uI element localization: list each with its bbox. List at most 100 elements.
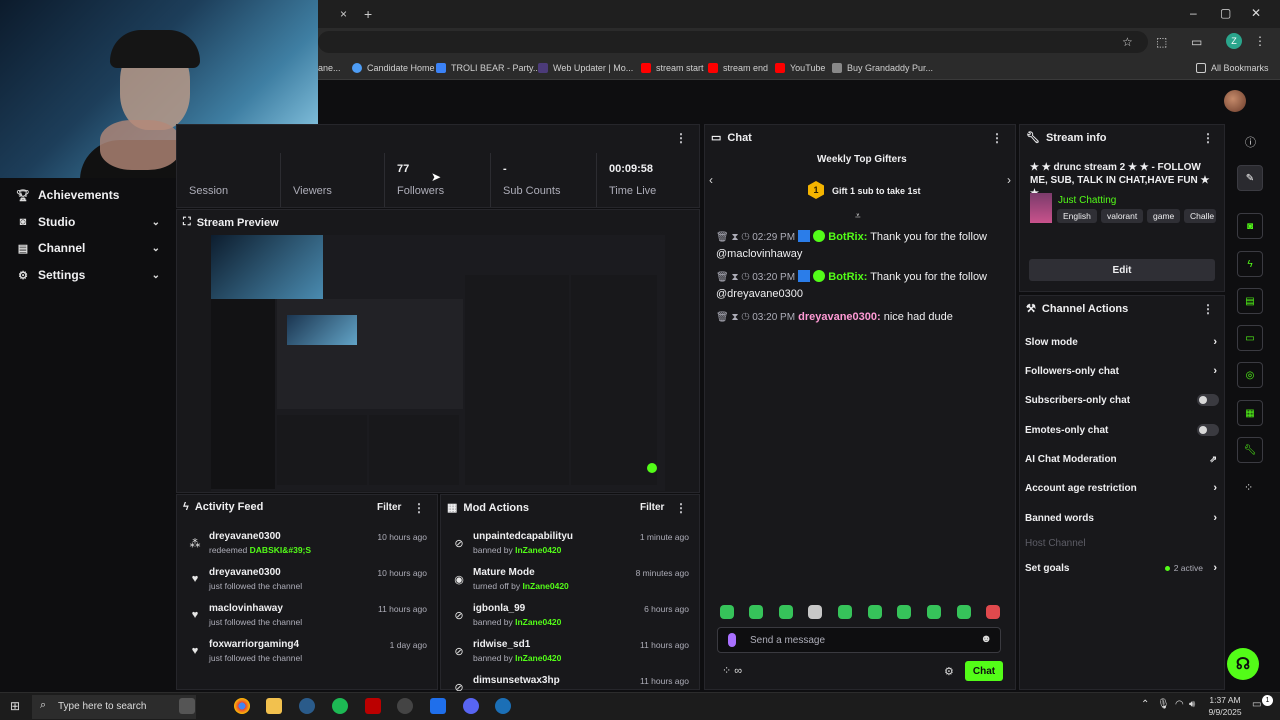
sidebar-item-studio[interactable]: ◙ Studio ⌄ [0, 209, 174, 235]
file-explorer-icon[interactable] [266, 698, 282, 714]
more-options-icon[interactable]: ⋮ [675, 501, 687, 515]
emote-icon[interactable] [720, 605, 734, 619]
filter-button[interactable]: Filter [640, 502, 664, 513]
collapse-icon[interactable]: ⩡ [855, 211, 861, 222]
mic-tray-icon[interactable]: 🎙︎ [1157, 699, 1170, 710]
points-icon[interactable]: ⁘ [1244, 481, 1253, 494]
sidebar-item-channel[interactable]: ▤ Channel ⌄ [0, 235, 174, 261]
info-icon[interactable]: ⓘ [1245, 134, 1256, 150]
chat-send-button[interactable]: Chat [965, 661, 1003, 681]
tray-chevron-icon[interactable]: ⌃ [1141, 699, 1149, 710]
microphone-icon[interactable] [728, 633, 736, 647]
edit-stream-button[interactable]: Edit [1029, 259, 1215, 281]
steam-icon[interactable] [299, 698, 315, 714]
mod-actions-icon[interactable]: ▦ [1237, 400, 1263, 426]
bookmark-item[interactable]: Web Updater | Mo... [538, 60, 633, 76]
bookmark-item[interactable]: YouTube [775, 60, 825, 76]
emote-icon[interactable] [749, 605, 763, 619]
taskbar-search[interactable]: ⌕ Type here to search [32, 695, 196, 719]
activity-user[interactable]: maclovinhaway [209, 603, 283, 614]
windows-start-icon[interactable]: ⊞ [10, 699, 20, 713]
document-icon[interactable]: ▤ [1237, 288, 1263, 314]
points-icon[interactable]: ⁘ ∞ [722, 664, 742, 677]
emote-icon[interactable] [808, 605, 822, 619]
stream-tag[interactable]: game [1147, 209, 1181, 223]
edit-icon[interactable]: ✎ [1237, 165, 1263, 191]
extensions-icon[interactable]: ⬚ [1156, 35, 1167, 49]
profile-avatar[interactable]: Z [1226, 33, 1242, 49]
browser-menu-icon[interactable]: ⋮ [1254, 34, 1266, 48]
chevron-right-icon[interactable]: › [1007, 173, 1011, 187]
sidebar-item-settings[interactable]: ⚙ Settings ⌄ [0, 262, 174, 288]
banned-words-row[interactable]: Banned words › [1025, 508, 1221, 528]
emote-icon[interactable] [897, 605, 911, 619]
emotes-only-toggle[interactable] [1197, 424, 1219, 436]
app-icon[interactable] [430, 698, 446, 714]
bookmark-item[interactable]: ane... [318, 60, 341, 76]
filter-button[interactable]: Filter [377, 502, 401, 513]
chat-icon[interactable]: ▭ [1237, 325, 1263, 351]
cast-icon[interactable]: ▭ [1191, 35, 1202, 49]
ai-moderation-row[interactable]: AI Chat Moderation ⇗ [1025, 449, 1221, 469]
stream-tag[interactable]: English [1057, 209, 1097, 223]
category-name[interactable]: Just Chatting [1058, 195, 1116, 206]
emote-icon[interactable] [868, 605, 882, 619]
obs-icon[interactable] [397, 698, 413, 714]
bookmark-item[interactable]: TROLI BEAR - Party... [436, 60, 540, 76]
user-avatar[interactable] [1224, 90, 1246, 112]
bookmark-item[interactable]: stream start [641, 60, 704, 76]
window-close-icon[interactable]: ✕ [1251, 6, 1261, 20]
more-options-icon[interactable]: ⋮ [1202, 302, 1214, 316]
close-tab-icon[interactable]: × [340, 7, 347, 21]
chevron-left-icon[interactable]: ‹ [709, 173, 713, 187]
bookmark-star-icon[interactable]: ☆ [1122, 35, 1133, 49]
chat-settings-icon[interactable]: ⚙ [944, 665, 954, 678]
wrench-icon[interactable]: 🔧︎ [1237, 437, 1263, 463]
task-view-icon[interactable] [179, 698, 195, 714]
chat-username[interactable]: dreyavane0300: [798, 311, 881, 323]
subscribers-only-toggle[interactable] [1197, 394, 1219, 406]
more-options-icon[interactable]: ⋮ [991, 131, 1003, 145]
broadcast-icon[interactable]: ◎ [1237, 362, 1263, 388]
emote-icon[interactable] [986, 605, 1000, 619]
mod-target[interactable]: ridwise_sd1 [473, 639, 530, 650]
followers-only-row[interactable]: Followers-only chat › [1025, 361, 1221, 381]
slow-mode-row[interactable]: Slow mode › [1025, 332, 1221, 352]
bookmark-item[interactable]: Candidate Home [352, 60, 435, 76]
app-icon[interactable] [365, 698, 381, 714]
stream-tag[interactable]: Challe [1184, 209, 1216, 223]
emote-icon[interactable] [957, 605, 971, 619]
activity-user[interactable]: foxwarriorgaming4 [209, 639, 299, 650]
stream-preview-video[interactable] [211, 235, 665, 491]
stream-tag[interactable]: valorant [1101, 209, 1144, 223]
message-tools-icon[interactable]: 🗑︎ ⧗ ◷ [716, 232, 749, 243]
discord-icon[interactable] [463, 698, 479, 714]
activity-user[interactable]: dreyavane0300 [209, 531, 281, 542]
support-chat-icon[interactable]: ☊ [1227, 648, 1259, 680]
more-options-icon[interactable]: ⋮ [413, 501, 425, 515]
chat-input[interactable]: Send a message ☻ [717, 627, 1001, 653]
more-options-icon[interactable]: ⋮ [1202, 131, 1214, 145]
volume-icon[interactable]: 🔊︎ [1189, 699, 1195, 710]
mod-target[interactable]: unpaintedcapabilityu [473, 531, 573, 542]
minimize-icon[interactable]: – [1190, 6, 1197, 20]
more-options-icon[interactable]: ⋮ [675, 131, 687, 145]
mod-target[interactable]: Mature Mode [473, 567, 535, 578]
spotify-icon[interactable] [332, 698, 348, 714]
emote-icon[interactable] [779, 605, 793, 619]
all-bookmarks[interactable]: All Bookmarks [1196, 60, 1269, 76]
emote-icon[interactable] [927, 605, 941, 619]
gift-cta[interactable]: Gift 1 sub to take 1st [832, 186, 921, 196]
emoji-icon[interactable]: ☻ [980, 633, 992, 645]
activity-user[interactable]: dreyavane0300 [209, 567, 281, 578]
emote-icon[interactable] [838, 605, 852, 619]
address-bar[interactable] [318, 31, 1148, 53]
bookmark-item[interactable]: stream end [708, 60, 768, 76]
set-goals-row[interactable]: Set goals 2 active › [1025, 558, 1221, 578]
clock-time[interactable]: 1:37 AM [1207, 695, 1243, 705]
moderation-icon[interactable]: ◙ [1237, 213, 1263, 239]
bookmark-item[interactable]: Buy Grandaddy Pur... [832, 60, 933, 76]
maximize-icon[interactable]: ▢ [1220, 6, 1231, 20]
new-tab-button[interactable]: + [364, 6, 372, 22]
clock-date[interactable]: 9/9/2025 [1203, 707, 1247, 717]
